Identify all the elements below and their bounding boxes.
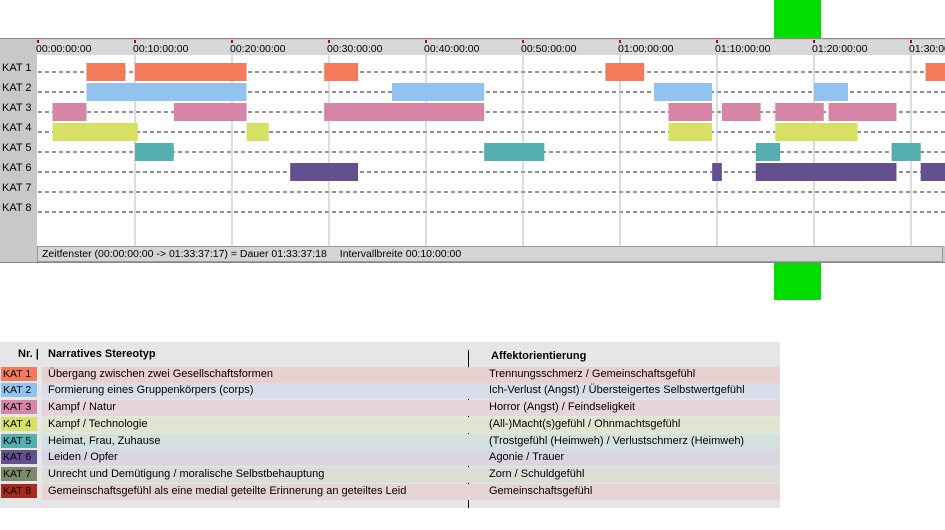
row-label: KAT 2 bbox=[2, 82, 32, 94]
interval-bar bbox=[86, 63, 126, 81]
narrative-text: Gemeinschaftsgefühl als eine medial gete… bbox=[48, 485, 407, 497]
interval-bar bbox=[135, 63, 247, 81]
category-code: KAT 2 bbox=[1, 383, 37, 397]
row-label: KAT 4 bbox=[2, 122, 32, 134]
header-nr: Nr. | bbox=[18, 348, 39, 360]
interval-bar bbox=[605, 63, 645, 81]
affect-text: Zorn / Schuldgefühl bbox=[489, 468, 585, 480]
interval-bar bbox=[712, 163, 722, 181]
header-affect: Affektorientierung bbox=[491, 350, 587, 362]
category-code: KAT 7 bbox=[1, 467, 37, 481]
interval-bar bbox=[755, 163, 897, 181]
category-code: KAT 4 bbox=[1, 417, 37, 431]
tick-label: 00:20:00:00 bbox=[230, 43, 286, 55]
tick-label: 01:30:00 bbox=[909, 43, 945, 55]
interval-bar bbox=[775, 103, 824, 121]
tick-label: 01:00:00:00 bbox=[618, 43, 674, 55]
row-label: KAT 8 bbox=[2, 202, 32, 214]
category-code: KAT 6 bbox=[1, 450, 37, 464]
affect-text: (Trostgefühl (Heimweh) / Verlustschmerz … bbox=[489, 435, 745, 447]
green-marker-top bbox=[774, 0, 821, 38]
timeline-chart: 00:00:00:00 00:10:00:00 00:20:00:00 00:30:0… bbox=[2, 40, 945, 246]
interval-bar bbox=[324, 63, 359, 81]
category-code: KAT 8 bbox=[1, 484, 37, 498]
narrative-text: Unrecht und Demütigung / moralische Selb… bbox=[48, 468, 325, 480]
row-label: KAT 7 bbox=[2, 182, 32, 194]
legend-row: KAT 6 Leiden / Opfer Agonie / Trauer bbox=[0, 450, 780, 466]
category-legend: Nr. | Narratives Stereotyp Affektorienti… bbox=[0, 342, 780, 508]
interval-bar bbox=[135, 143, 174, 161]
affect-text: Horror (Angst) / Feindseligkeit bbox=[489, 401, 636, 413]
row-band bbox=[42, 400, 780, 416]
narrative-text: Kampf / Natur bbox=[48, 401, 116, 413]
interval-bar bbox=[173, 103, 247, 121]
interval-bar bbox=[86, 83, 247, 101]
interval-bar bbox=[721, 103, 761, 121]
category-code: KAT 1 bbox=[1, 367, 37, 381]
interval-bar bbox=[925, 63, 945, 81]
tick-label: 00:50:00:00 bbox=[521, 43, 577, 55]
affect-text: Trennungsschmerz / Gemeinschaftsgefühl bbox=[489, 368, 696, 380]
interval-bar bbox=[52, 103, 87, 121]
legend-row: KAT 1 Übergang zwischen zwei Gesellschaf… bbox=[0, 367, 780, 383]
status-window: Zeitfenster (00:00:00:00 -> 01:33:37:17)… bbox=[42, 248, 327, 260]
interval-bar bbox=[290, 163, 359, 181]
affect-text: Ich-Verlust (Angst) / Übersteigertes Sel… bbox=[489, 384, 745, 396]
interval-bar bbox=[653, 83, 713, 101]
affect-text: Agonie / Trauer bbox=[489, 451, 565, 463]
timeline-panel: 00:00:00:00 00:10:00:00 00:20:00:00 00:30:0… bbox=[0, 38, 945, 263]
tick-label: 00:40:00:00 bbox=[424, 43, 480, 55]
narrative-text: Kampf / Technologie bbox=[48, 418, 148, 430]
tick-label: 00:00:00:00 bbox=[36, 43, 92, 55]
green-marker-bottom bbox=[774, 262, 821, 300]
interval-bar bbox=[775, 123, 858, 141]
interval-bar bbox=[324, 103, 485, 121]
legend-row: KAT 4 Kampf / Technologie (All-)Macht(s)… bbox=[0, 417, 780, 433]
tick-label: 00:10:00:00 bbox=[133, 43, 189, 55]
legend-row: KAT 2 Formierung eines Gruppenkörpers (c… bbox=[0, 383, 780, 399]
legend-row: KAT 3 Kampf / Natur Horror (Angst) / Fei… bbox=[0, 400, 780, 416]
affect-text: Gemeinschaftsgefühl bbox=[489, 485, 593, 497]
interval-bar bbox=[828, 103, 897, 121]
tick-label: 00:30:00:00 bbox=[327, 43, 383, 55]
row-label: KAT 1 bbox=[2, 62, 32, 74]
legend-row: KAT 8 Gemeinschaftsgefühl als eine media… bbox=[0, 484, 780, 500]
header-narrative: Narratives Stereotyp bbox=[48, 348, 156, 360]
interval-bar bbox=[392, 83, 485, 101]
interval-bar bbox=[246, 123, 269, 141]
category-code: KAT 5 bbox=[1, 434, 37, 448]
row-label: KAT 6 bbox=[2, 162, 32, 174]
row-band bbox=[42, 450, 780, 466]
interval-bar bbox=[668, 123, 713, 141]
interval-bar bbox=[814, 83, 848, 101]
tick-label: 01:20:00:00 bbox=[812, 43, 868, 55]
narrative-text: Leiden / Opfer bbox=[48, 451, 118, 463]
interval-bar bbox=[755, 143, 781, 161]
legend-row: KAT 7 Unrecht und Demütigung / moralisch… bbox=[0, 467, 780, 483]
status-interval: Intervallbreite 00:10:00:00 bbox=[339, 248, 462, 260]
narrative-text: Formierung eines Gruppenkörpers (corps) bbox=[48, 384, 254, 396]
interval-bar bbox=[668, 103, 713, 121]
interval-bar bbox=[484, 143, 545, 161]
row-label: KAT 5 bbox=[2, 142, 32, 154]
row-label: KAT 3 bbox=[2, 102, 32, 114]
interval-bar bbox=[52, 123, 138, 141]
interval-bar bbox=[920, 163, 945, 181]
affect-text: (All-)Macht(s)gefühl / Ohnmachtsgefühl bbox=[489, 418, 681, 430]
tick-label: 01:10:00:00 bbox=[715, 43, 771, 55]
legend-row: KAT 5 Heimat, Frau, Zuhause (Trostgefühl… bbox=[0, 434, 780, 450]
category-code: KAT 3 bbox=[1, 400, 37, 414]
status-bar: Zeitfenster (00:00:00:00 -> 01:33:37:17)… bbox=[37, 246, 943, 262]
narrative-text: Heimat, Frau, Zuhause bbox=[48, 435, 161, 447]
interval-bar bbox=[891, 143, 921, 161]
narrative-text: Übergang zwischen zwei Gesellschaftsform… bbox=[48, 368, 273, 380]
